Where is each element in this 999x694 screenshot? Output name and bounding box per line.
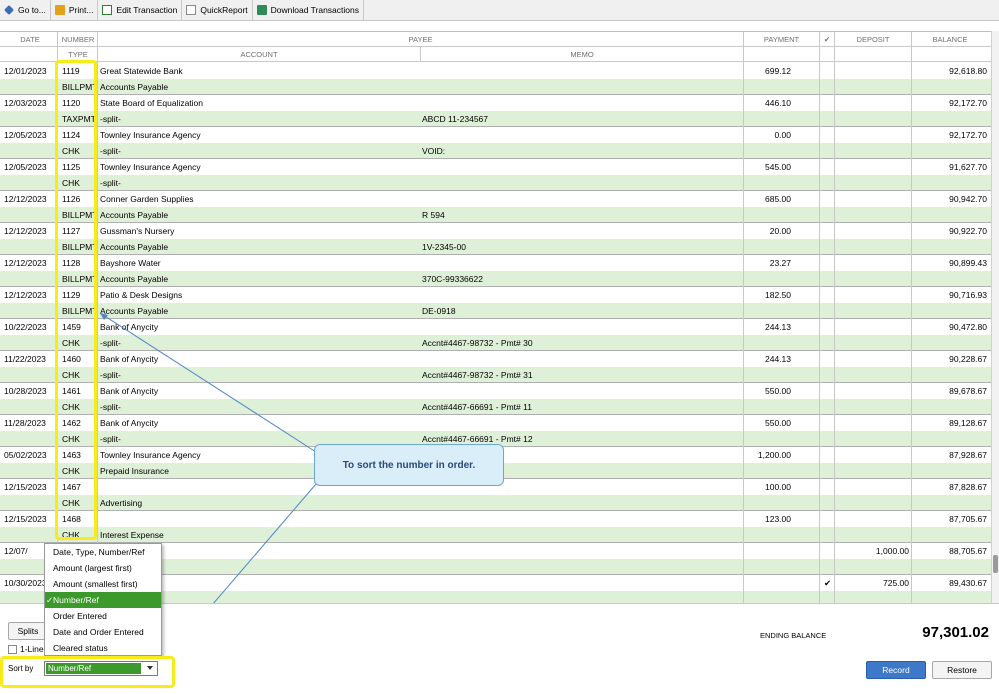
splits-button[interactable]: Splits — [8, 622, 48, 640]
sort-menu-item[interactable]: Cleared status — [45, 640, 161, 656]
record-label: Record — [882, 665, 910, 675]
check-icon: ✓ — [46, 595, 54, 605]
sort-menu-item[interactable]: Date and Order Entered — [45, 624, 161, 640]
callout-text: To sort the number in order. — [342, 459, 476, 471]
sort-menu-item-label: Cleared status — [53, 643, 108, 653]
restore-label: Restore — [947, 665, 977, 675]
sort-menu-item-label: Amount (smallest first) — [53, 579, 138, 589]
ending-balance-value: 97,301.02 — [922, 624, 989, 641]
ending-balance-label: ENDING BALANCE — [760, 631, 827, 640]
sort-menu-item-label: Order Entered — [53, 611, 107, 621]
restore-button[interactable]: Restore — [932, 661, 992, 679]
sort-by-value: Number/Ref — [46, 663, 141, 674]
sort-menu-item[interactable]: Date, Type, Number/Ref — [45, 544, 161, 560]
sort-menu-item[interactable]: Amount (smallest first) — [45, 576, 161, 592]
sort-menu-item-label: Number/Ref — [53, 595, 99, 605]
dropdown-arrow-icon[interactable] — [147, 666, 153, 670]
sort-menu-item-label: Date and Order Entered — [53, 627, 144, 637]
record-button[interactable]: Record — [866, 661, 926, 679]
sort-menu-item-label: Date, Type, Number/Ref — [53, 547, 145, 557]
sort-menu-item[interactable]: ✓ Number/Ref — [45, 592, 161, 608]
oneline-checkbox[interactable] — [8, 645, 17, 654]
sort-menu-item-label: Amount (largest first) — [53, 563, 132, 573]
callout-box: To sort the number in order. — [314, 444, 504, 486]
sort-menu-item[interactable]: Amount (largest first) — [45, 560, 161, 576]
oneline-label: 1-Line — [20, 644, 44, 654]
sort-dropdown-menu: Date, Type, Number/Ref Amount (largest fi… — [44, 543, 162, 656]
sort-by-label: Sort by — [8, 664, 34, 673]
splits-label: Splits — [17, 626, 39, 636]
sort-by-select[interactable]: Number/Ref — [44, 661, 158, 676]
sort-menu-item[interactable]: Order Entered — [45, 608, 161, 624]
